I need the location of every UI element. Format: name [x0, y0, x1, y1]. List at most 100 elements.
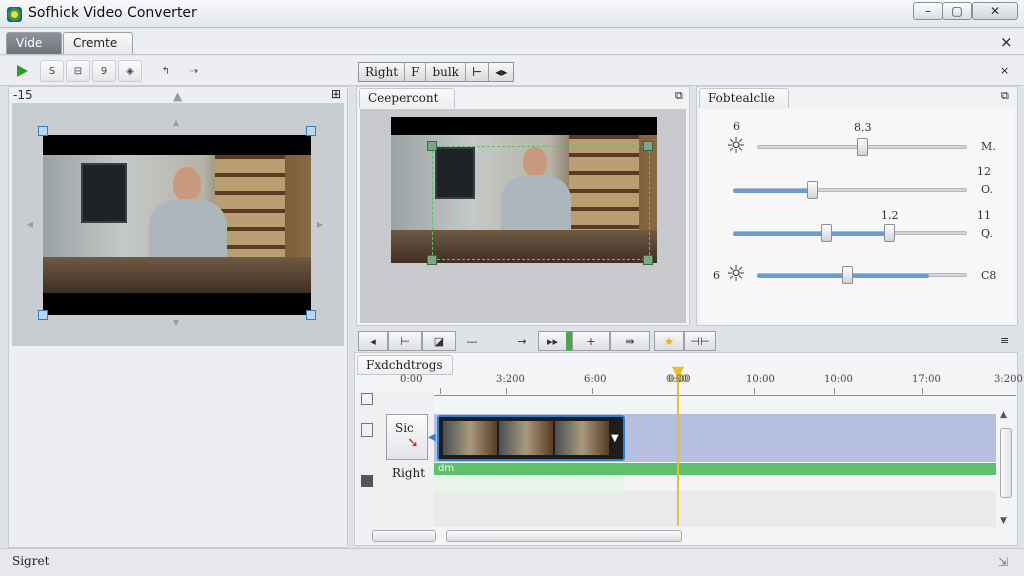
add-marker-button[interactable]: +: [572, 331, 610, 351]
clip-left-arrow-icon[interactable]: ◀: [428, 432, 436, 443]
close-tab-icon[interactable]: ×: [1000, 33, 1013, 51]
ruler-label-1: 3:200: [496, 374, 525, 385]
clip-dropdown-icon[interactable]: ▼: [611, 421, 619, 455]
crop-handle-bl-preview[interactable]: [427, 255, 437, 265]
resize-top-inner-icon[interactable]: ▴: [173, 115, 179, 129]
play-button[interactable]: [10, 60, 34, 82]
tab-cremte[interactable]: Cremte: [63, 32, 133, 54]
track-toggle-icon[interactable]: [361, 393, 373, 405]
fast-forward-button[interactable]: ▸▸: [538, 331, 572, 351]
vertical-scrollbar-thumb[interactable]: [1000, 428, 1012, 498]
brightness-min-label: 6: [733, 120, 740, 133]
playhead-line[interactable]: [677, 380, 679, 526]
crop-handle-tr[interactable]: [306, 126, 316, 136]
brightness-max-label: M.: [981, 140, 996, 153]
brightness-knob[interactable]: [857, 138, 868, 156]
crop-handle-tl-preview[interactable]: [427, 141, 437, 151]
split-button[interactable]: ⊣⊢: [684, 331, 716, 351]
saturation-max-label: C8: [981, 269, 997, 282]
timeline-tab[interactable]: Fxdchdtrogs: [357, 355, 453, 375]
source-pane: -15 ⊞ ▲ ▴ ▾ ◂ ▸: [8, 86, 348, 548]
favorite-button[interactable]: ★: [654, 331, 684, 351]
color-button[interactable]: ◈: [118, 60, 142, 82]
range-max-label: Q.: [981, 227, 993, 240]
contrast-knob[interactable]: [807, 181, 818, 199]
adjustments-pane: Fobtealclie ⧉ 6 ☼ 8.3 M. 12 O. 1.2 11 Q.…: [696, 86, 1018, 326]
track-pointer-icon: ➘: [407, 435, 419, 451]
title-bar: Sofhick Video Converter – ▢ ✕: [0, 0, 1024, 28]
skip-end-button[interactable]: ⇛: [610, 331, 650, 351]
saturation-knob[interactable]: [842, 266, 853, 284]
preview-tab[interactable]: Ceepercont: [359, 88, 455, 108]
source-video[interactable]: [43, 135, 311, 315]
segment-bulk[interactable]: bulk: [426, 63, 466, 81]
scroll-up-icon[interactable]: ▲: [1000, 410, 1007, 420]
adjustments-pin-icon[interactable]: ⧉: [1001, 89, 1009, 103]
range-knob-low[interactable]: [821, 224, 832, 242]
app-logo-icon: [7, 7, 22, 22]
video-clip[interactable]: ▼: [437, 415, 625, 461]
play-icon: [17, 65, 28, 77]
crop-region[interactable]: [432, 146, 650, 260]
ruler-tick: [834, 388, 835, 394]
ruler-tick: [922, 388, 923, 394]
track-doc-icon[interactable]: [361, 423, 373, 437]
resize-right-icon[interactable]: ▸: [317, 217, 323, 231]
audio-clip-extent: [434, 475, 624, 491]
clip-thumbnail: [499, 421, 553, 455]
audio-label: dm: [438, 463, 455, 474]
ruler-tick: [592, 388, 593, 394]
toolbar-overflow-icon[interactable]: ×: [1000, 64, 1009, 77]
resize-top-icon[interactable]: ▲: [173, 89, 182, 103]
resize-bottom-icon[interactable]: ▾: [173, 315, 179, 329]
mark-out-button[interactable]: ◪: [422, 331, 456, 351]
view-segmented-control: Right F bulk ⊢ ◂▸: [358, 62, 515, 82]
timeline-ruler: [434, 386, 1016, 396]
clip-thumbnail: [555, 421, 609, 455]
segment-nav[interactable]: ◂▸: [489, 63, 513, 81]
contrast-max-label: O.: [981, 183, 993, 196]
undo-button[interactable]: ↰: [154, 60, 178, 82]
range-fill: [733, 232, 885, 236]
crop-handle-bl[interactable]: [38, 310, 48, 320]
close-button[interactable]: ✕: [972, 2, 1018, 20]
ruler-label-0: 0:00: [400, 374, 423, 385]
preview-pin-icon[interactable]: ⧉: [675, 89, 683, 103]
track-label-top: Sic: [395, 421, 414, 435]
resize-grip-icon[interactable]: ⇲: [998, 555, 1008, 569]
playhead-time-label: 0:00: [666, 374, 689, 385]
horizontal-scroll-left[interactable]: [372, 530, 436, 542]
maximize-button[interactable]: ▢: [942, 2, 972, 20]
clip-button[interactable]: ⊟: [66, 60, 90, 82]
next-button[interactable]: →: [508, 331, 536, 351]
range-value-label: 1.2: [881, 209, 899, 222]
scroll-down-icon[interactable]: ▼: [1000, 516, 1007, 526]
main-tab-bar: Vide Cremte ×: [0, 29, 1024, 55]
segment-f[interactable]: F: [405, 63, 427, 81]
mark-in-button[interactable]: ⊢: [388, 331, 422, 351]
segment-right[interactable]: Right: [359, 63, 406, 81]
crop-handle-br[interactable]: [306, 310, 316, 320]
contrast-top-label: 12: [977, 165, 991, 178]
horizontal-scrollbar-thumb[interactable]: [446, 530, 682, 542]
minimize-button[interactable]: –: [913, 2, 943, 20]
audio-track[interactable]: [434, 463, 996, 475]
adjustments-tab[interactable]: Fobtealclie: [699, 88, 789, 108]
crop-handle-tr-preview[interactable]: [643, 141, 653, 151]
crop-handle-br-preview[interactable]: [643, 255, 653, 265]
segment-split[interactable]: ⊢: [466, 63, 490, 81]
source-header-value: -15: [13, 88, 33, 102]
track-lock-icon[interactable]: [361, 475, 373, 487]
resize-left-icon[interactable]: ◂: [27, 217, 33, 231]
prev-frame-button[interactable]: ◂: [358, 331, 388, 351]
track-label-button[interactable]: Sic ➘: [386, 414, 428, 460]
separator-button[interactable]: —: [458, 331, 486, 351]
export-button[interactable]: ⇢: [182, 60, 206, 82]
transport-overflow-icon[interactable]: ≡: [1000, 334, 1009, 347]
effects-button[interactable]: S: [40, 60, 64, 82]
crop-handle-tl[interactable]: [38, 126, 48, 136]
range-knob-high[interactable]: [884, 224, 895, 242]
audio-button[interactable]: 9: [92, 60, 116, 82]
source-menu-icon[interactable]: ⊞: [331, 87, 341, 101]
tab-vide[interactable]: Vide: [6, 32, 62, 54]
